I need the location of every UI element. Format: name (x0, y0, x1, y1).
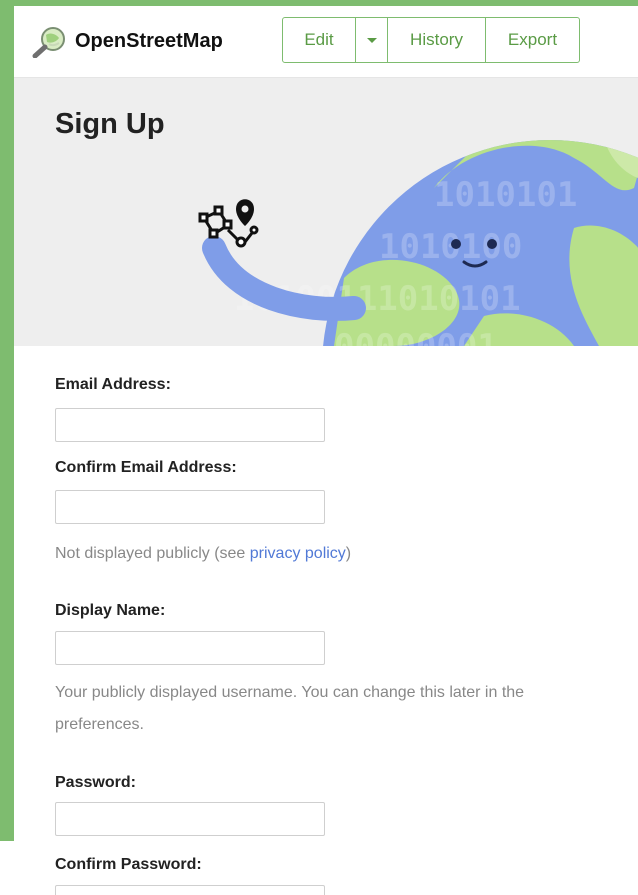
magnifier-map-logo-icon[interactable] (32, 26, 68, 58)
email-privacy-hint: Not displayed publicly (see privacy poli… (55, 538, 615, 570)
binary-row-2: 1010100 (379, 227, 522, 267)
email-field[interactable] (55, 408, 325, 442)
privacy-policy-link[interactable]: privacy policy (250, 545, 346, 562)
window-frame-corner-line (0, 838, 14, 841)
confirm-password-label: Confirm Password: (55, 856, 202, 873)
history-button[interactable]: History (387, 18, 485, 62)
password-field[interactable] (55, 802, 325, 836)
display-name-hint: Your publicly displayed username. You ca… (55, 684, 525, 733)
window-frame-left (0, 0, 14, 895)
page-title: Sign Up (55, 108, 165, 140)
main-nav: Edit History Export (282, 17, 580, 63)
window-frame-corner (0, 838, 14, 895)
caret-down-icon (366, 37, 377, 43)
site-header: OpenStreetMap Edit History Export (14, 6, 638, 78)
signup-form: Email Address: Confirm Email Address: No… (14, 346, 638, 895)
map-pin-icon (236, 199, 254, 226)
display-name-field[interactable] (55, 631, 325, 665)
site-title[interactable]: OpenStreetMap (75, 30, 223, 53)
binary-row-4: 00000001 (334, 327, 498, 346)
display-name-label: Display Name: (55, 602, 166, 619)
email-label: Email Address: (55, 376, 171, 393)
confirm-email-label: Confirm Email Address: (55, 459, 237, 476)
edit-button[interactable]: Edit (283, 18, 355, 62)
email-hint-close: ) (345, 545, 352, 562)
edit-dropdown-button[interactable] (355, 18, 387, 62)
export-button[interactable]: Export (485, 18, 579, 62)
password-label: Password: (55, 774, 136, 791)
email-hint-text: Not displayed publicly (see (55, 545, 250, 562)
page: OpenStreetMap Edit History Export 101010… (0, 0, 638, 895)
confirm-email-field[interactable] (55, 490, 325, 524)
signup-banner: 1010101 1010100 10100111010101 00000001 (14, 78, 638, 346)
confirm-password-field[interactable] (55, 885, 325, 895)
binary-row-1: 1010101 (434, 175, 577, 215)
